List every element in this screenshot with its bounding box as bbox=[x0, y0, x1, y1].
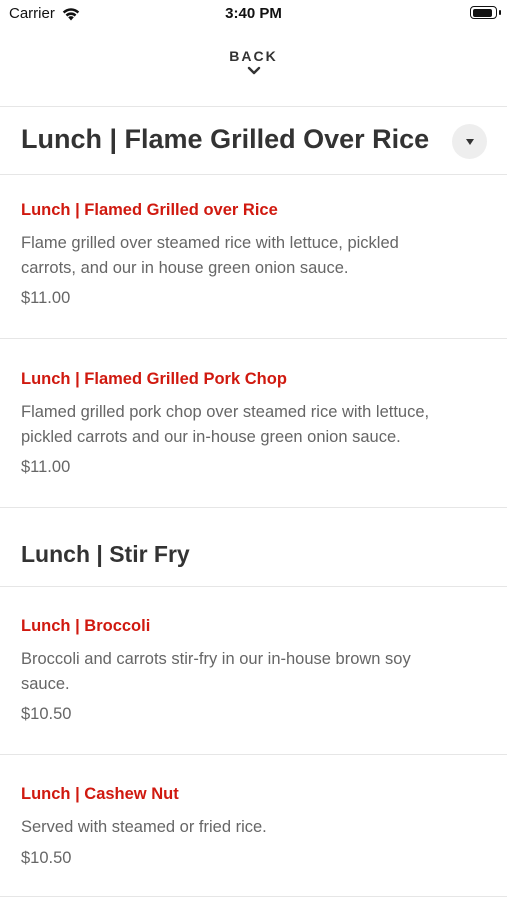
item-description-line: carrots, and our in house green onion sa… bbox=[21, 259, 349, 277]
chevron-down-icon bbox=[247, 66, 260, 75]
item-description: Served with steamed or fried rice. bbox=[21, 815, 486, 840]
item-description-line: Served with steamed or fried rice. bbox=[21, 818, 267, 836]
item-description: Flame grilled over steamed rice with let… bbox=[21, 231, 486, 281]
item-description: Broccoli and carrots stir-fry in our in-… bbox=[21, 647, 486, 697]
item-description-line: Flamed grilled pork chop over steamed ri… bbox=[21, 403, 430, 421]
divider bbox=[0, 106, 507, 107]
item-description-line: Flame grilled over steamed rice with let… bbox=[21, 234, 399, 252]
item-description-line: Broccoli and carrots stir-fry in our in-… bbox=[21, 650, 411, 668]
item-price: $11.00 bbox=[21, 458, 71, 476]
divider bbox=[0, 754, 507, 755]
back-button[interactable]: BACK bbox=[0, 48, 507, 76]
item-description-line: pickled carrots and our in-house green o… bbox=[21, 428, 401, 446]
divider bbox=[0, 507, 507, 508]
status-bar: Carrier 3:40 PM bbox=[0, 0, 507, 28]
item-price: $10.50 bbox=[21, 849, 72, 867]
item-name: Lunch | Cashew Nut bbox=[21, 785, 179, 803]
item-price: $10.50 bbox=[21, 705, 72, 723]
divider bbox=[0, 174, 507, 175]
divider bbox=[0, 586, 507, 587]
back-label: BACK bbox=[229, 48, 278, 64]
caret-down-icon bbox=[465, 138, 474, 145]
section-title: Lunch | Flame Grilled Over Rice bbox=[21, 124, 430, 154]
item-name: Lunch | Flamed Grilled over Rice bbox=[21, 201, 278, 219]
section-title: Lunch | Stir Fry bbox=[21, 541, 190, 567]
item-price: $11.00 bbox=[21, 289, 71, 307]
item-description-line: sauce. bbox=[21, 675, 70, 693]
battery-tip bbox=[499, 10, 501, 15]
status-time: 3:40 PM bbox=[225, 5, 282, 22]
battery-icon bbox=[470, 6, 497, 19]
divider bbox=[0, 896, 507, 897]
section-dropdown-button[interactable] bbox=[452, 124, 487, 159]
item-name: Lunch | Broccoli bbox=[21, 617, 151, 635]
divider bbox=[0, 338, 507, 339]
battery-level bbox=[472, 8, 493, 17]
item-description: Flamed grilled pork chop over steamed ri… bbox=[21, 400, 486, 450]
item-name: Lunch | Flamed Grilled Pork Chop bbox=[21, 370, 287, 388]
